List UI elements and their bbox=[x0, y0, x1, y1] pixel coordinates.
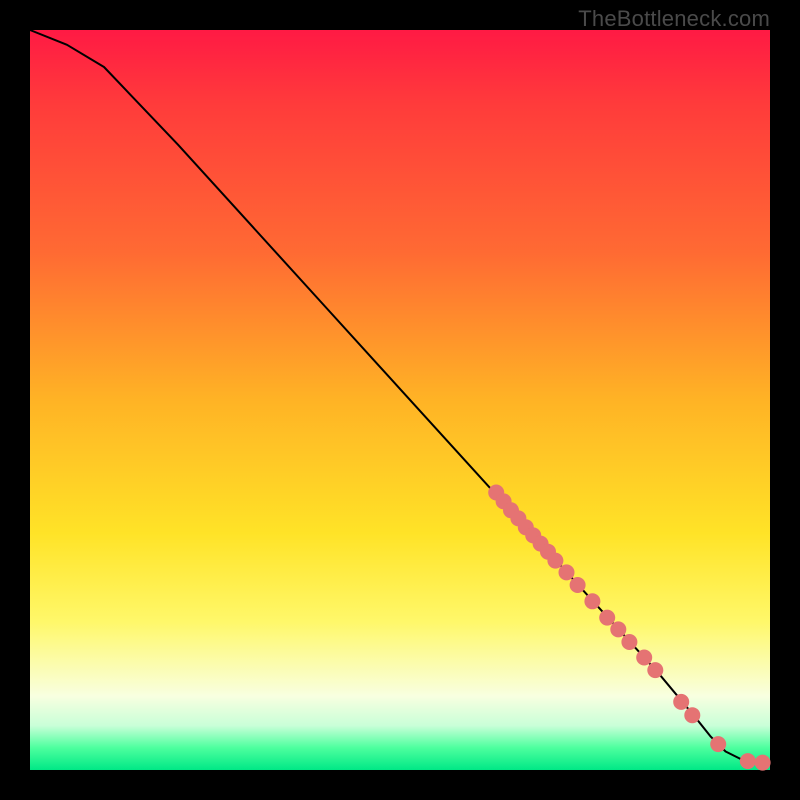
scatter-point bbox=[621, 634, 637, 650]
scatter-point bbox=[673, 694, 689, 710]
scatter-point bbox=[559, 564, 575, 580]
scatter-point bbox=[755, 755, 771, 771]
scatter-point bbox=[599, 610, 615, 626]
scatter-point bbox=[547, 553, 563, 569]
curve-path bbox=[30, 30, 770, 763]
scatter-point bbox=[684, 707, 700, 723]
scatter-point bbox=[740, 753, 756, 769]
scatter-point bbox=[710, 736, 726, 752]
chart-frame: TheBottleneck.com bbox=[0, 0, 800, 800]
curve-line bbox=[30, 30, 770, 763]
scatter-point bbox=[570, 577, 586, 593]
watermark-label: TheBottleneck.com bbox=[578, 6, 770, 32]
scatter-point bbox=[584, 593, 600, 609]
scatter-point bbox=[647, 662, 663, 678]
chart-overlay bbox=[30, 30, 770, 770]
scatter-points bbox=[488, 485, 770, 771]
plot-area bbox=[30, 30, 770, 770]
scatter-point bbox=[610, 621, 626, 637]
scatter-point bbox=[636, 650, 652, 666]
